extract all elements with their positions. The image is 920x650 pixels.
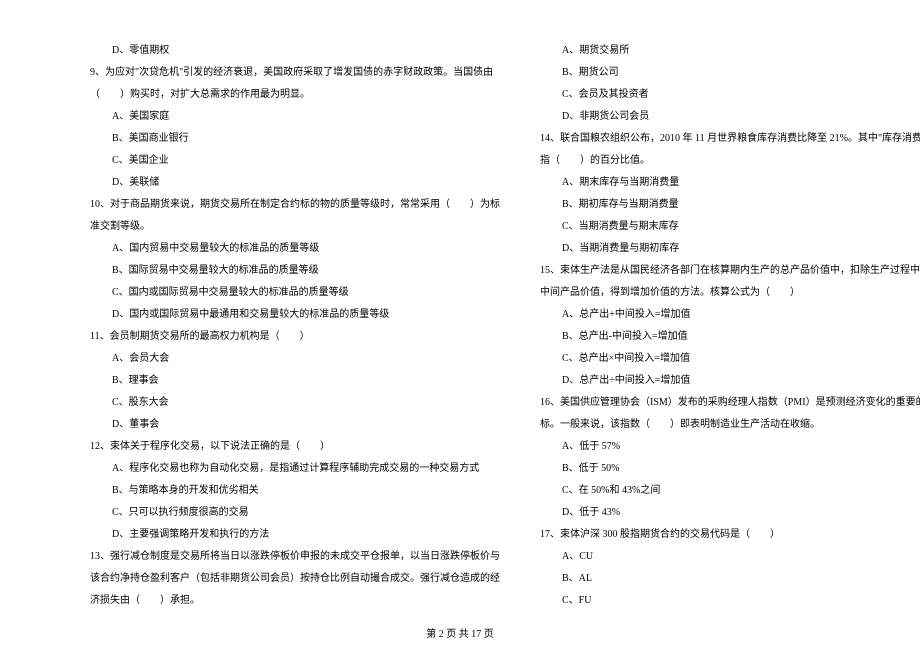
answer-option: B、美国商业银行 [90,128,500,150]
answer-option: D、董事会 [90,414,500,436]
answer-option: C、当期消费量与期末库存 [540,216,920,238]
question-line: 该合约净持仓盈利客户（包括非期货公司会员）按持仓比例自动撮合成交。强行减仓造成的… [90,568,500,590]
answer-option: B、理事会 [90,370,500,392]
question-line: 指（ ）的百分比值。 [540,150,920,172]
answer-option: C、国内或国际贸易中交易量较大的标准品的质量等级 [90,282,500,304]
question-line: 9、为应对"次贷危机"引发的经济衰退，美国政府采取了增发国债的赤字财政政策。当国… [90,62,500,84]
answer-option: D、主要强调策略开发和执行的方法 [90,524,500,546]
question-line: 15、束体生产法是从国民经济各部门在核算期内生产的总产品价值中，扣除生产过程中投… [540,260,920,282]
answer-option: A、程序化交易也称为自动化交易，是指通过计算程序辅助完成交易的一种交易方式 [90,458,500,480]
answer-option: D、美联储 [90,172,500,194]
page-columns: D、零值期权9、为应对"次贷危机"引发的经济衰退，美国政府采取了增发国债的赤字财… [90,40,860,620]
answer-option: D、国内或国际贸易中最通用和交易量较大的标准品的质量等级 [90,304,500,326]
answer-option: D、零值期权 [90,40,500,62]
right-column: A、期货交易所B、期货公司C、会员及其投资者D、非期货公司会员14、联合国粮农组… [540,40,920,620]
answer-option: B、与策略本身的开发和优劣相关 [90,480,500,502]
answer-option: C、FU [540,590,920,612]
answer-option: C、股东大会 [90,392,500,414]
answer-option: B、AL [540,568,920,590]
question-line: 17、束体沪深 300 股指期货合约的交易代码是（ ） [540,524,920,546]
question-line: 准交割等级。 [90,216,500,238]
answer-option: B、期货公司 [540,62,920,84]
answer-option: C、会员及其投资者 [540,84,920,106]
answer-option: C、在 50%和 43%之间 [540,480,920,502]
answer-option: A、CU [540,546,920,568]
answer-option: B、总产出-中间投入=增加值 [540,326,920,348]
answer-option: B、国际贸易中交易量较大的标准品的质量等级 [90,260,500,282]
answer-option: A、期货交易所 [540,40,920,62]
answer-option: B、低于 50% [540,458,920,480]
answer-option: A、美国家庭 [90,106,500,128]
answer-option: B、期初库存与当期消费量 [540,194,920,216]
question-line: 济损失由（ ）承担。 [90,590,500,612]
question-line: 16、美国供应管理协会（ISM）发布的采购经理人指数（PMI）是预测经济变化的重… [540,392,920,414]
question-line: 13、强行减仓制度是交易所将当日以涨跌停板价申报的未成交平仓报单，以当日涨跌停板… [90,546,500,568]
answer-option: A、低于 57% [540,436,920,458]
answer-option: D、低于 43% [540,502,920,524]
answer-option: D、非期货公司会员 [540,106,920,128]
answer-option: C、美国企业 [90,150,500,172]
question-line: （ ）购买时，对扩大总需求的作用最为明显。 [90,84,500,106]
answer-option: A、总产出+中间投入=增加值 [540,304,920,326]
question-line: 中间产品价值，得到增加价值的方法。核算公式为（ ） [540,282,920,304]
page-footer: 第 2 页 共 17 页 [0,625,920,640]
left-column: D、零值期权9、为应对"次贷危机"引发的经济衰退，美国政府采取了增发国债的赤字财… [90,40,500,620]
question-line: 标。一般来说，该指数（ ）即表明制造业生产活动在收缩。 [540,414,920,436]
answer-option: C、总产出×中间投入=增加值 [540,348,920,370]
answer-option: A、会员大会 [90,348,500,370]
question-line: 14、联合国粮农组织公布，2010 年 11 月世界粮食库存消费比降至 21%。… [540,128,920,150]
question-line: 12、束体关于程序化交易，以下说法正确的是（ ） [90,436,500,458]
question-line: 11、会员制期货交易所的最高权力机构是（ ） [90,326,500,348]
answer-option: A、国内贸易中交易量较大的标准品的质量等级 [90,238,500,260]
answer-option: A、期末库存与当期消费量 [540,172,920,194]
question-line: 10、对于商品期货来说，期货交易所在制定合约标的物的质量等级时，常常采用（ ）为… [90,194,500,216]
answer-option: D、总产出÷中间投入=增加值 [540,370,920,392]
answer-option: C、只可以执行频度很高的交易 [90,502,500,524]
answer-option: D、当期消费量与期初库存 [540,238,920,260]
